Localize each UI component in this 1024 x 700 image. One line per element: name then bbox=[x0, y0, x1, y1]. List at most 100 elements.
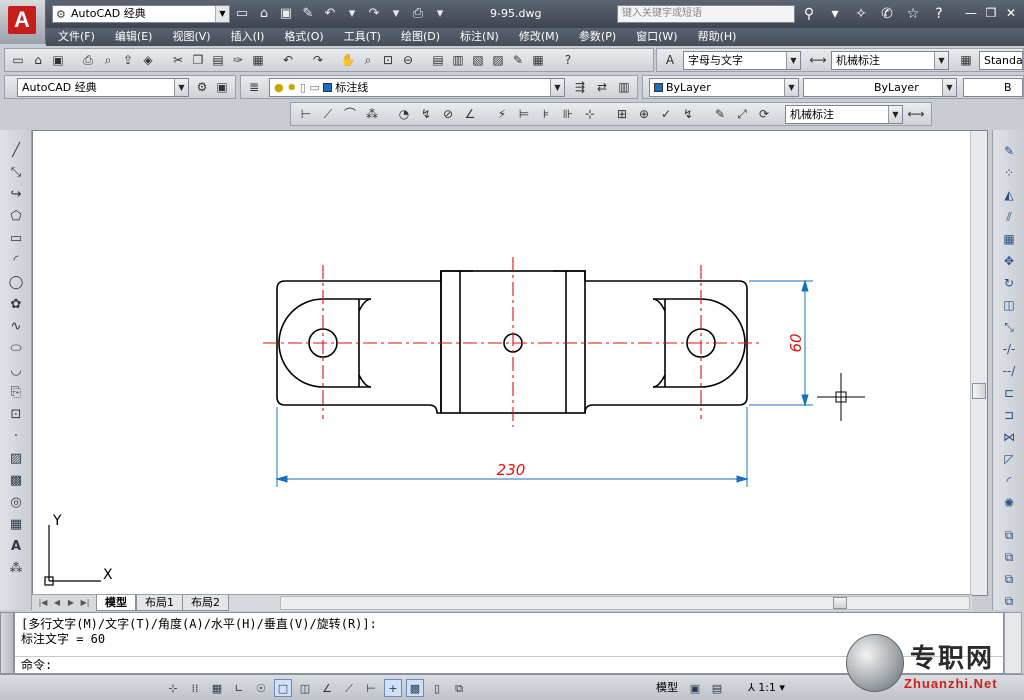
tab-next-icon[interactable]: ▶ bbox=[64, 596, 78, 610]
redo-dropdown-icon[interactable]: ▾ bbox=[388, 6, 404, 22]
menu-window[interactable]: 窗口(W) bbox=[626, 28, 687, 46]
satellite-icon[interactable]: ✆ bbox=[878, 5, 896, 23]
sheet-set-icon[interactable]: ▨ bbox=[489, 51, 507, 69]
linear-dim-icon[interactable]: ⊢ bbox=[297, 105, 315, 123]
show-lineweight-icon[interactable]: + bbox=[384, 679, 402, 697]
array-icon[interactable]: ▦ bbox=[999, 230, 1019, 248]
cut-icon[interactable]: ✂ bbox=[169, 51, 187, 69]
menu-parametric[interactable]: 参数(P) bbox=[569, 28, 626, 46]
lineweight-select[interactable]: B bbox=[963, 78, 1023, 97]
chevron-down-icon[interactable]: ▼ bbox=[215, 6, 229, 22]
offset-icon[interactable]: ⫽ bbox=[999, 208, 1019, 226]
diameter-dim-icon[interactable]: ⊘ bbox=[439, 105, 457, 123]
restore-icon[interactable]: ❐ bbox=[982, 4, 1000, 22]
construction-line-icon[interactable]: ⤡ bbox=[6, 164, 26, 182]
undo-icon[interactable]: ↶ bbox=[322, 6, 338, 22]
point-icon[interactable]: · bbox=[6, 428, 26, 446]
quick-view-drawings-icon[interactable]: ▤ bbox=[708, 679, 726, 697]
table-style-select[interactable]: Standa bbox=[979, 51, 1023, 70]
menu-modify[interactable]: 修改(M) bbox=[509, 28, 569, 46]
jogged-linear-icon[interactable]: ↯ bbox=[679, 105, 697, 123]
zoom-previous-icon[interactable]: ⊖ bbox=[399, 51, 417, 69]
star-icon[interactable]: ☆ bbox=[904, 5, 922, 23]
layer-states-icon[interactable]: ▥ bbox=[615, 78, 633, 96]
tolerance-icon[interactable]: ⊞ bbox=[613, 105, 631, 123]
chamfer-icon[interactable]: ◸ bbox=[999, 450, 1019, 468]
save-icon[interactable]: ▣ bbox=[49, 51, 67, 69]
zoom-window-icon[interactable]: ⊡ bbox=[379, 51, 397, 69]
help-search-input[interactable]: 键入关键字或短语 bbox=[617, 5, 795, 23]
draw-order-below-icon[interactable]: ⧉ bbox=[999, 592, 1019, 610]
jogged-dim-icon[interactable]: ↯ bbox=[417, 105, 435, 123]
ortho-mode-icon[interactable]: ∟ bbox=[230, 679, 248, 697]
dim-style-icon[interactable]: ⟷ bbox=[809, 51, 827, 69]
workspace-save-icon[interactable]: ▣ bbox=[213, 78, 231, 96]
polyline-icon[interactable]: ↪ bbox=[6, 186, 26, 204]
ellipse-arc-icon[interactable]: ◡ bbox=[6, 362, 26, 380]
tab-model[interactable]: 模型 bbox=[96, 595, 136, 611]
open-folder-icon[interactable]: ⌂ bbox=[256, 6, 272, 22]
quick-properties-icon[interactable]: ▯ bbox=[428, 679, 446, 697]
erase-icon[interactable]: ✎ bbox=[999, 142, 1019, 160]
join-icon[interactable]: ⋈ bbox=[999, 428, 1019, 446]
menu-draw[interactable]: 绘图(D) bbox=[391, 28, 450, 46]
vertical-scrollbar[interactable] bbox=[970, 131, 987, 595]
infer-constraints-icon[interactable]: ⊹ bbox=[164, 679, 182, 697]
snap-mode-icon[interactable]: ⁞⁞ bbox=[186, 679, 204, 697]
table-style-icon[interactable]: ▦ bbox=[957, 51, 975, 69]
menu-view[interactable]: 视图(V) bbox=[162, 28, 220, 46]
tab-prev-icon[interactable]: ◀ bbox=[50, 596, 64, 610]
menu-format[interactable]: 格式(O) bbox=[274, 28, 333, 46]
tab-layout1[interactable]: 布局1 bbox=[136, 595, 183, 611]
circle-icon[interactable]: ◯ bbox=[6, 274, 26, 292]
color-select[interactable]: ByLayer ▼ bbox=[649, 78, 799, 97]
dynamic-input-icon[interactable]: ⊢ bbox=[362, 679, 380, 697]
qat-menu-icon[interactable]: ▾ bbox=[432, 6, 448, 22]
undo-icon[interactable]: ↶ bbox=[279, 51, 297, 69]
layer-previous-icon[interactable]: ⇄ bbox=[593, 78, 611, 96]
tool-palettes-icon[interactable]: ▧ bbox=[469, 51, 487, 69]
tab-layout2[interactable]: 布局2 bbox=[182, 595, 229, 611]
spline-icon[interactable]: ∿ bbox=[6, 318, 26, 336]
text-style-icon[interactable]: A bbox=[661, 51, 679, 69]
minimize-icon[interactable]: — bbox=[962, 4, 980, 22]
selection-cycling-icon[interactable]: ⧉ bbox=[450, 679, 468, 697]
new-icon[interactable]: ▭ bbox=[9, 51, 27, 69]
dropdown-icon[interactable]: ▾ bbox=[826, 5, 844, 23]
markup-icon[interactable]: ✎ bbox=[509, 51, 527, 69]
dim-style-manager-icon[interactable]: ⟷ bbox=[907, 105, 925, 123]
match-properties-icon[interactable]: ✑ bbox=[229, 51, 247, 69]
workspace-settings-icon[interactable]: ⚙ bbox=[193, 78, 211, 96]
help-icon[interactable]: ? bbox=[559, 51, 577, 69]
insert-block-icon[interactable]: ⎘ bbox=[6, 384, 26, 402]
menu-insert[interactable]: 插入(I) bbox=[221, 28, 275, 46]
draw-order-back-icon[interactable]: ⧉ bbox=[999, 548, 1019, 566]
hatch-icon[interactable]: ▨ bbox=[6, 450, 26, 468]
radius-dim-icon[interactable]: ◔ bbox=[395, 105, 413, 123]
new-file-icon[interactable]: ▭ bbox=[234, 6, 250, 22]
rectangle-icon[interactable]: ▭ bbox=[6, 230, 26, 248]
draw-order-above-icon[interactable]: ⧉ bbox=[999, 570, 1019, 588]
save-icon[interactable]: ▣ bbox=[278, 6, 294, 22]
workspace-switcher[interactable]: ⚙ AutoCAD 经典 ▼ bbox=[52, 5, 230, 23]
continue-dim-icon[interactable]: ⊧ bbox=[537, 105, 555, 123]
explode-icon[interactable]: ✺ bbox=[999, 494, 1019, 512]
make-current-layer-icon[interactable]: ⇶ bbox=[571, 78, 589, 96]
grid-display-icon[interactable]: ▦ bbox=[208, 679, 226, 697]
revision-cloud-icon[interactable]: ✿ bbox=[6, 296, 26, 314]
arc-icon[interactable]: ◜ bbox=[6, 252, 26, 270]
mirror-icon[interactable]: ◭ bbox=[999, 186, 1019, 204]
rotate-icon[interactable]: ↻ bbox=[999, 274, 1019, 292]
block-editor-icon[interactable]: ▦ bbox=[249, 51, 267, 69]
open-icon[interactable]: ⌂ bbox=[29, 51, 47, 69]
3d-object-snap-icon[interactable]: ◫ bbox=[296, 679, 314, 697]
dim-style-select[interactable]: 机械标注 ▼ bbox=[831, 51, 949, 70]
dim-break-icon[interactable]: ⊹ bbox=[581, 105, 599, 123]
menu-tools[interactable]: 工具(T) bbox=[334, 28, 391, 46]
fillet-icon[interactable]: ◜ bbox=[999, 472, 1019, 490]
baseline-dim-icon[interactable]: ⊨ bbox=[515, 105, 533, 123]
ordinate-dim-icon[interactable]: ⁂ bbox=[363, 105, 381, 123]
application-menu-button[interactable]: A bbox=[0, 0, 46, 44]
tab-last-icon[interactable]: ▶| bbox=[78, 596, 92, 610]
scale-icon[interactable]: ◫ bbox=[999, 296, 1019, 314]
